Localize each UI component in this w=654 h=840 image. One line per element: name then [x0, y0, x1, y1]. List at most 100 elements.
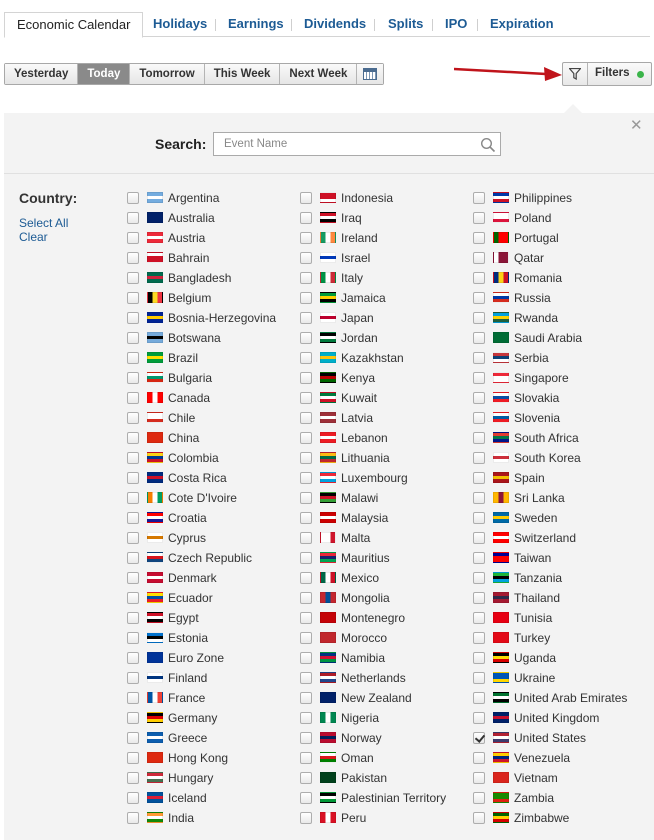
country-row-indonesia[interactable]: Indonesia	[300, 188, 470, 208]
country-row-italy[interactable]: Italy	[300, 268, 470, 288]
country-row-bahrain[interactable]: Bahrain	[127, 248, 297, 268]
country-row-costa-rica[interactable]: Costa Rica	[127, 468, 297, 488]
country-row-rwanda[interactable]: Rwanda	[473, 308, 643, 328]
country-row-malaysia[interactable]: Malaysia	[300, 508, 470, 528]
country-checkbox[interactable]	[473, 292, 485, 304]
country-row-united-states[interactable]: United States	[473, 728, 643, 748]
country-row-ecuador[interactable]: Ecuador	[127, 588, 297, 608]
country-checkbox[interactable]	[300, 412, 312, 424]
country-checkbox[interactable]	[127, 392, 139, 404]
calendar-button[interactable]	[357, 64, 384, 84]
country-checkbox[interactable]	[473, 352, 485, 364]
country-checkbox[interactable]	[127, 712, 139, 724]
country-row-peru[interactable]: Peru	[300, 808, 470, 828]
country-row-tanzania[interactable]: Tanzania	[473, 568, 643, 588]
country-checkbox[interactable]	[473, 492, 485, 504]
country-row-hungary[interactable]: Hungary	[127, 768, 297, 788]
country-row-iceland[interactable]: Iceland	[127, 788, 297, 808]
country-row-belgium[interactable]: Belgium	[127, 288, 297, 308]
tomorrow-button[interactable]: Tomorrow	[130, 64, 205, 84]
country-row-mauritius[interactable]: Mauritius	[300, 548, 470, 568]
country-row-india[interactable]: India	[127, 808, 297, 828]
country-checkbox[interactable]	[300, 192, 312, 204]
country-checkbox[interactable]	[300, 472, 312, 484]
country-checkbox[interactable]	[300, 592, 312, 604]
search-input[interactable]	[214, 133, 474, 155]
country-checkbox[interactable]	[473, 672, 485, 684]
country-checkbox[interactable]	[473, 212, 485, 224]
tab-earnings[interactable]: Earnings	[228, 12, 284, 37]
country-checkbox[interactable]	[127, 692, 139, 704]
country-row-germany[interactable]: Germany	[127, 708, 297, 728]
select-all-link[interactable]: Select All	[19, 216, 68, 230]
country-checkbox[interactable]	[473, 572, 485, 584]
country-checkbox[interactable]	[300, 632, 312, 644]
country-row-mexico[interactable]: Mexico	[300, 568, 470, 588]
country-row-nigeria[interactable]: Nigeria	[300, 708, 470, 728]
country-checkbox[interactable]	[127, 272, 139, 284]
country-checkbox[interactable]	[300, 792, 312, 804]
country-checkbox[interactable]	[127, 792, 139, 804]
country-checkbox[interactable]	[127, 352, 139, 364]
country-row-egypt[interactable]: Egypt	[127, 608, 297, 628]
tab-holidays[interactable]: Holidays	[153, 12, 207, 37]
country-row-sweden[interactable]: Sweden	[473, 508, 643, 528]
country-checkbox[interactable]	[127, 592, 139, 604]
tab-dividends[interactable]: Dividends	[304, 12, 366, 37]
country-row-qatar[interactable]: Qatar	[473, 248, 643, 268]
country-checkbox[interactable]	[473, 792, 485, 804]
this-week-button[interactable]: This Week	[204, 64, 281, 84]
country-row-south-korea[interactable]: South Korea	[473, 448, 643, 468]
country-row-estonia[interactable]: Estonia	[127, 628, 297, 648]
country-row-lebanon[interactable]: Lebanon	[300, 428, 470, 448]
country-row-taiwan[interactable]: Taiwan	[473, 548, 643, 568]
country-checkbox[interactable]	[300, 772, 312, 784]
country-row-ireland[interactable]: Ireland	[300, 228, 470, 248]
country-checkbox[interactable]	[473, 512, 485, 524]
country-checkbox[interactable]	[127, 652, 139, 664]
country-checkbox[interactable]	[473, 432, 485, 444]
country-row-romania[interactable]: Romania	[473, 268, 643, 288]
country-checkbox[interactable]	[300, 752, 312, 764]
country-row-spain[interactable]: Spain	[473, 468, 643, 488]
country-row-cyprus[interactable]: Cyprus	[127, 528, 297, 548]
country-checkbox[interactable]	[473, 232, 485, 244]
country-checkbox[interactable]	[300, 432, 312, 444]
country-checkbox[interactable]	[300, 372, 312, 384]
country-checkbox[interactable]	[127, 472, 139, 484]
country-checkbox[interactable]	[473, 452, 485, 464]
country-row-uganda[interactable]: Uganda	[473, 648, 643, 668]
country-checkbox[interactable]	[300, 272, 312, 284]
country-row-colombia[interactable]: Colombia	[127, 448, 297, 468]
country-checkbox[interactable]	[473, 612, 485, 624]
country-row-zambia[interactable]: Zambia	[473, 788, 643, 808]
country-row-botswana[interactable]: Botswana	[127, 328, 297, 348]
country-row-south-africa[interactable]: South Africa	[473, 428, 643, 448]
country-checkbox[interactable]	[300, 252, 312, 264]
country-checkbox[interactable]	[127, 672, 139, 684]
country-checkbox[interactable]	[127, 552, 139, 564]
country-checkbox[interactable]	[300, 652, 312, 664]
country-row-turkey[interactable]: Turkey	[473, 628, 643, 648]
country-checkbox[interactable]	[300, 532, 312, 544]
country-checkbox[interactable]	[300, 312, 312, 324]
country-row-serbia[interactable]: Serbia	[473, 348, 643, 368]
country-checkbox[interactable]	[127, 612, 139, 624]
tab-expiration[interactable]: Expiration	[490, 12, 554, 37]
country-row-malta[interactable]: Malta	[300, 528, 470, 548]
country-row-euro-zone[interactable]: Euro Zone	[127, 648, 297, 668]
country-checkbox[interactable]	[300, 232, 312, 244]
country-row-australia[interactable]: Australia	[127, 208, 297, 228]
country-checkbox[interactable]	[473, 312, 485, 324]
country-checkbox[interactable]	[300, 672, 312, 684]
country-row-luxembourg[interactable]: Luxembourg	[300, 468, 470, 488]
country-row-mongolia[interactable]: Mongolia	[300, 588, 470, 608]
tab-ipo[interactable]: IPO	[445, 12, 467, 37]
country-row-bulgaria[interactable]: Bulgaria	[127, 368, 297, 388]
country-row-netherlands[interactable]: Netherlands	[300, 668, 470, 688]
country-row-greece[interactable]: Greece	[127, 728, 297, 748]
country-row-singapore[interactable]: Singapore	[473, 368, 643, 388]
country-checkbox[interactable]	[473, 652, 485, 664]
country-row-lithuania[interactable]: Lithuania	[300, 448, 470, 468]
country-row-oman[interactable]: Oman	[300, 748, 470, 768]
